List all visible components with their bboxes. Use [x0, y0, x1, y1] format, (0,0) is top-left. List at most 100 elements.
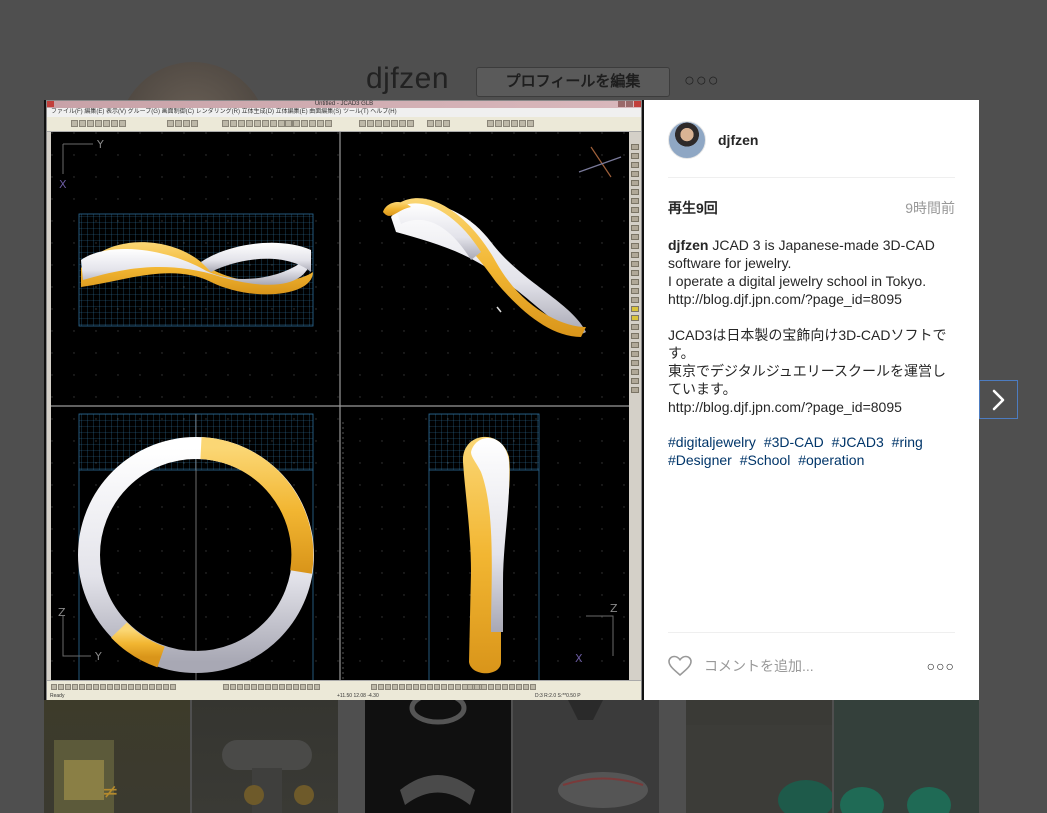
cad-status-button: [467, 684, 473, 690]
cad-status-button: [251, 684, 257, 690]
cad-toolbar-button: [293, 120, 300, 127]
author-username[interactable]: djfzen: [718, 132, 758, 148]
grid-post-thumbnail[interactable]: [192, 700, 338, 813]
cad-status-button: [128, 684, 134, 690]
cad-side-tool: [631, 297, 639, 303]
cad-side-tool: [631, 189, 639, 195]
cad-status-bar: Ready +11.50 12.08 -4.30 D:3 R:2.0 S:**0…: [47, 680, 641, 700]
grid-post-thumbnail[interactable]: [513, 700, 659, 813]
post-timestamp[interactable]: 9時間前: [905, 198, 955, 218]
cad-side-tool: [631, 360, 639, 366]
svg-text:Z: Z: [58, 606, 66, 619]
cad-status-button: [413, 684, 419, 690]
cad-side-tool: [631, 234, 639, 240]
cad-toolbar-button: [262, 120, 269, 127]
hashtag-link[interactable]: #operation: [798, 452, 864, 468]
cad-side-tool: [631, 243, 639, 249]
cad-status-button: [371, 684, 377, 690]
cad-side-tool: [631, 225, 639, 231]
cad-toolbar-button: [495, 120, 502, 127]
hashtag-list: #digitaljewelry #3D-CAD #JCAD3 #ring #De…: [668, 433, 958, 469]
cad-toolbar-button: [527, 120, 534, 127]
cad-toolbar-button: [285, 120, 292, 127]
cad-status-button: [481, 684, 487, 690]
cad-toolbar-button: [317, 120, 324, 127]
edit-profile-button[interactable]: プロフィールを編集: [476, 67, 670, 97]
cad-status-button: [488, 684, 494, 690]
comment-input[interactable]: [702, 657, 927, 675]
cad-status-button: [65, 684, 71, 690]
cad-status-button: [114, 684, 120, 690]
post-header: djfzen: [668, 120, 955, 160]
cad-side-tool: [631, 288, 639, 294]
cad-side-tool: [631, 306, 639, 312]
cad-window: Untitled - JCAD3 GLB ファイル(F) 編集(E) 表示(V)…: [46, 100, 642, 700]
cad-side-tool: [631, 207, 639, 213]
cad-side-tool: [631, 216, 639, 222]
cad-status-left: Ready: [50, 693, 65, 699]
cad-side-toolbar: [629, 132, 641, 680]
cad-toolbar: [47, 117, 641, 132]
author-avatar[interactable]: [668, 121, 706, 159]
profile-options-button[interactable]: ○○○: [684, 70, 720, 91]
close-icon: [634, 101, 641, 107]
cad-toolbar-button: [359, 120, 366, 127]
cad-side-tool: [631, 252, 639, 258]
cad-toolbar-button: [87, 120, 94, 127]
cad-toolbar-button: [391, 120, 398, 127]
hashtag-link[interactable]: #digitaljewelry: [668, 434, 756, 450]
cad-status-button: [86, 684, 92, 690]
cad-status-button: [279, 684, 285, 690]
cad-status-button: [502, 684, 508, 690]
hashtag-link[interactable]: #School: [740, 452, 791, 468]
hashtag-link[interactable]: #JCAD3: [832, 434, 884, 450]
cad-toolbar-button: [95, 120, 102, 127]
cad-status-button: [509, 684, 515, 690]
cad-side-tool: [631, 198, 639, 204]
hashtag-link[interactable]: #ring: [892, 434, 923, 450]
cad-toolbar-button: [511, 120, 518, 127]
cad-status-button: [79, 684, 85, 690]
cad-toolbar-button: [238, 120, 245, 127]
cad-status-button: [474, 684, 480, 690]
cad-side-tool: [631, 270, 639, 276]
cad-status-button: [495, 684, 501, 690]
chevron-right-icon: [992, 389, 1004, 410]
grid-post-thumbnail[interactable]: [365, 700, 511, 813]
cad-status-button: [385, 684, 391, 690]
post-image: Untitled - JCAD3 GLB ファイル(F) 編集(E) 表示(V)…: [44, 100, 644, 700]
cad-toolbar-button: [427, 120, 434, 127]
cad-side-tool: [631, 315, 639, 321]
svg-text:≠: ≠: [102, 779, 119, 803]
cad-toolbar-button: [175, 120, 182, 127]
more-options-button[interactable]: ○○○: [927, 658, 955, 674]
cad-title-bar: Untitled - JCAD3 GLB: [47, 101, 641, 108]
grid-post-thumbnail[interactable]: ≠: [44, 700, 190, 813]
cad-side-tool: [631, 333, 639, 339]
footer-divider: [668, 632, 955, 633]
hashtag-link[interactable]: #3D-CAD: [764, 434, 824, 450]
cad-status-button: [293, 684, 299, 690]
cad-side-tool: [631, 171, 639, 177]
cad-side-tool: [631, 180, 639, 186]
cad-toolbar-button: [487, 120, 494, 127]
cad-toolbar-button: [519, 120, 526, 127]
cad-toolbar-button: [71, 120, 78, 127]
hashtag-link[interactable]: #Designer: [668, 452, 732, 468]
cad-status-button: [142, 684, 148, 690]
cad-status-button: [392, 684, 398, 690]
caption-text: JCAD 3 is Japanese-made 3D-CAD software …: [668, 237, 947, 415]
profile-username: djfzen: [366, 62, 450, 95]
cad-toolbar-button: [407, 120, 414, 127]
cad-status-button: [530, 684, 536, 690]
cad-status-button: [420, 684, 426, 690]
caption-username[interactable]: djfzen: [668, 237, 708, 253]
cad-status-button: [455, 684, 461, 690]
next-post-button[interactable]: [979, 380, 1018, 419]
maximize-icon: [626, 101, 633, 107]
grid-post-thumbnail[interactable]: [834, 700, 979, 813]
like-heart-icon[interactable]: [668, 655, 692, 677]
grid-post-thumbnail[interactable]: [686, 700, 832, 813]
cad-status-button: [121, 684, 127, 690]
cad-status-button: [378, 684, 384, 690]
